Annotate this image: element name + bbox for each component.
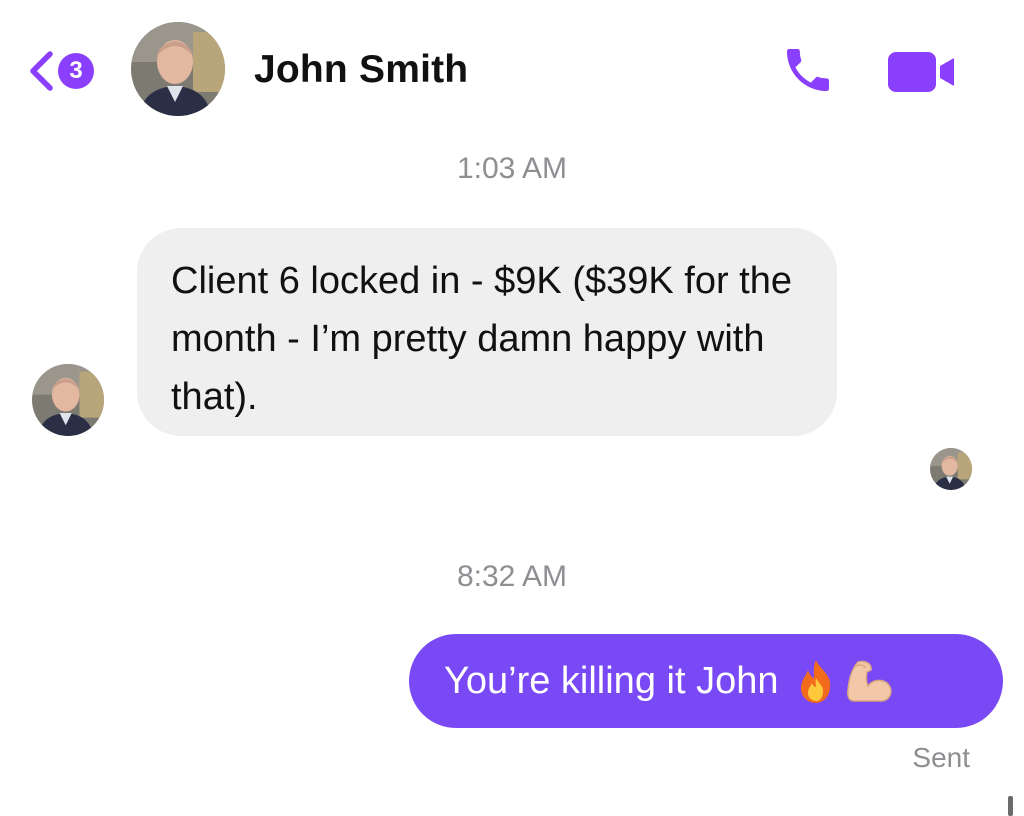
message-timestamp: 8:32 AM xyxy=(456,560,568,593)
outgoing-message-text: You’re killing it John xyxy=(444,659,779,702)
video-camera-icon xyxy=(886,52,958,98)
video-call-button[interactable] xyxy=(886,50,958,99)
flexed-biceps-emoji xyxy=(844,658,894,704)
delivery-status: Sent xyxy=(912,742,970,773)
phone-icon xyxy=(780,49,836,102)
back-chevron-icon xyxy=(24,46,58,96)
read-receipt-avatar xyxy=(930,448,972,490)
outgoing-message-bubble[interactable]: You’re killing it John xyxy=(409,634,1003,728)
chat-screen: 3 John Smith 1:03 AM Client 6 locked in … xyxy=(0,0,1024,816)
sender-avatar[interactable] xyxy=(32,364,104,436)
contact-name[interactable]: John Smith xyxy=(254,48,468,92)
unread-count-badge: 3 xyxy=(58,53,94,89)
message-timestamp: 1:03 AM xyxy=(456,152,568,185)
emoji-group xyxy=(796,658,894,704)
fire-emoji xyxy=(796,658,836,704)
back-button[interactable]: 3 xyxy=(24,46,94,96)
incoming-message-bubble[interactable]: Client 6 locked in - $9K ($39K for the m… xyxy=(137,228,837,436)
audio-call-button[interactable] xyxy=(780,42,836,103)
scrollbar[interactable] xyxy=(1008,796,1013,816)
contact-avatar[interactable] xyxy=(131,22,225,116)
